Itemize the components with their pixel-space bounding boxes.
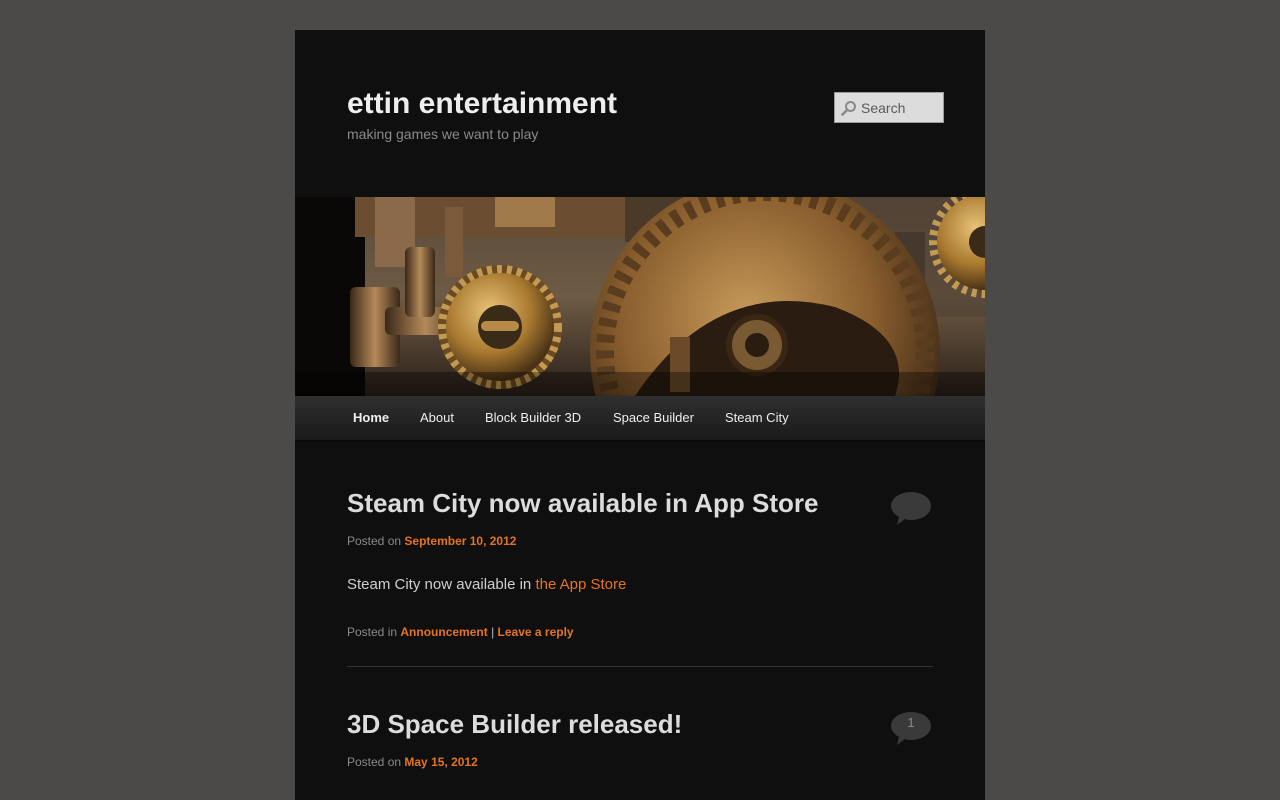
post-date-link[interactable]: May 15, 2012 bbox=[404, 755, 477, 769]
comments-bubble[interactable]: 1 bbox=[891, 708, 931, 748]
post-title[interactable]: Steam City now available in App Store bbox=[347, 487, 818, 519]
header-image bbox=[295, 197, 985, 396]
app-store-link[interactable]: the App Store bbox=[535, 576, 626, 593]
search-box[interactable] bbox=[834, 92, 944, 123]
post-title[interactable]: 3D Space Builder released! bbox=[347, 708, 682, 740]
category-link[interactable]: Announcement bbox=[400, 625, 487, 639]
nav-item-steam-city[interactable]: Steam City bbox=[725, 396, 789, 440]
site-description: making games we want to play bbox=[347, 126, 539, 142]
site-title[interactable]: ettin entertainment bbox=[347, 86, 617, 122]
main-navigation: Home About Block Builder 3D Space Builde… bbox=[295, 396, 985, 440]
search-icon bbox=[841, 101, 856, 116]
post-divider bbox=[347, 666, 933, 667]
post-content: Steam City now available in the App Stor… bbox=[347, 576, 626, 594]
page-container: ettin entertainment making games we want… bbox=[295, 30, 985, 800]
posted-in-label: Posted in bbox=[347, 625, 398, 639]
nav-item-block-builder-3d[interactable]: Block Builder 3D bbox=[485, 396, 581, 440]
post-footer-meta: Posted in Announcement | Leave a reply bbox=[347, 625, 574, 639]
post-content-text: Steam City now available in bbox=[347, 576, 532, 593]
post-meta: Posted on May 15, 2012 bbox=[347, 755, 478, 769]
nav-item-space-builder[interactable]: Space Builder bbox=[613, 396, 694, 440]
posted-on-label: Posted on bbox=[347, 755, 402, 769]
post-meta: Posted on September 10, 2012 bbox=[347, 534, 516, 548]
search-input[interactable] bbox=[861, 93, 941, 122]
post-date-link[interactable]: September 10, 2012 bbox=[404, 534, 516, 548]
meta-separator: | bbox=[491, 625, 495, 639]
nav-item-home[interactable]: Home bbox=[353, 396, 389, 440]
posted-on-label: Posted on bbox=[347, 534, 402, 548]
leave-reply-link[interactable]: Leave a reply bbox=[498, 625, 574, 639]
nav-item-about[interactable]: About bbox=[420, 396, 454, 440]
comment-count: 1 bbox=[907, 715, 915, 730]
comments-bubble-icon[interactable] bbox=[891, 488, 931, 528]
